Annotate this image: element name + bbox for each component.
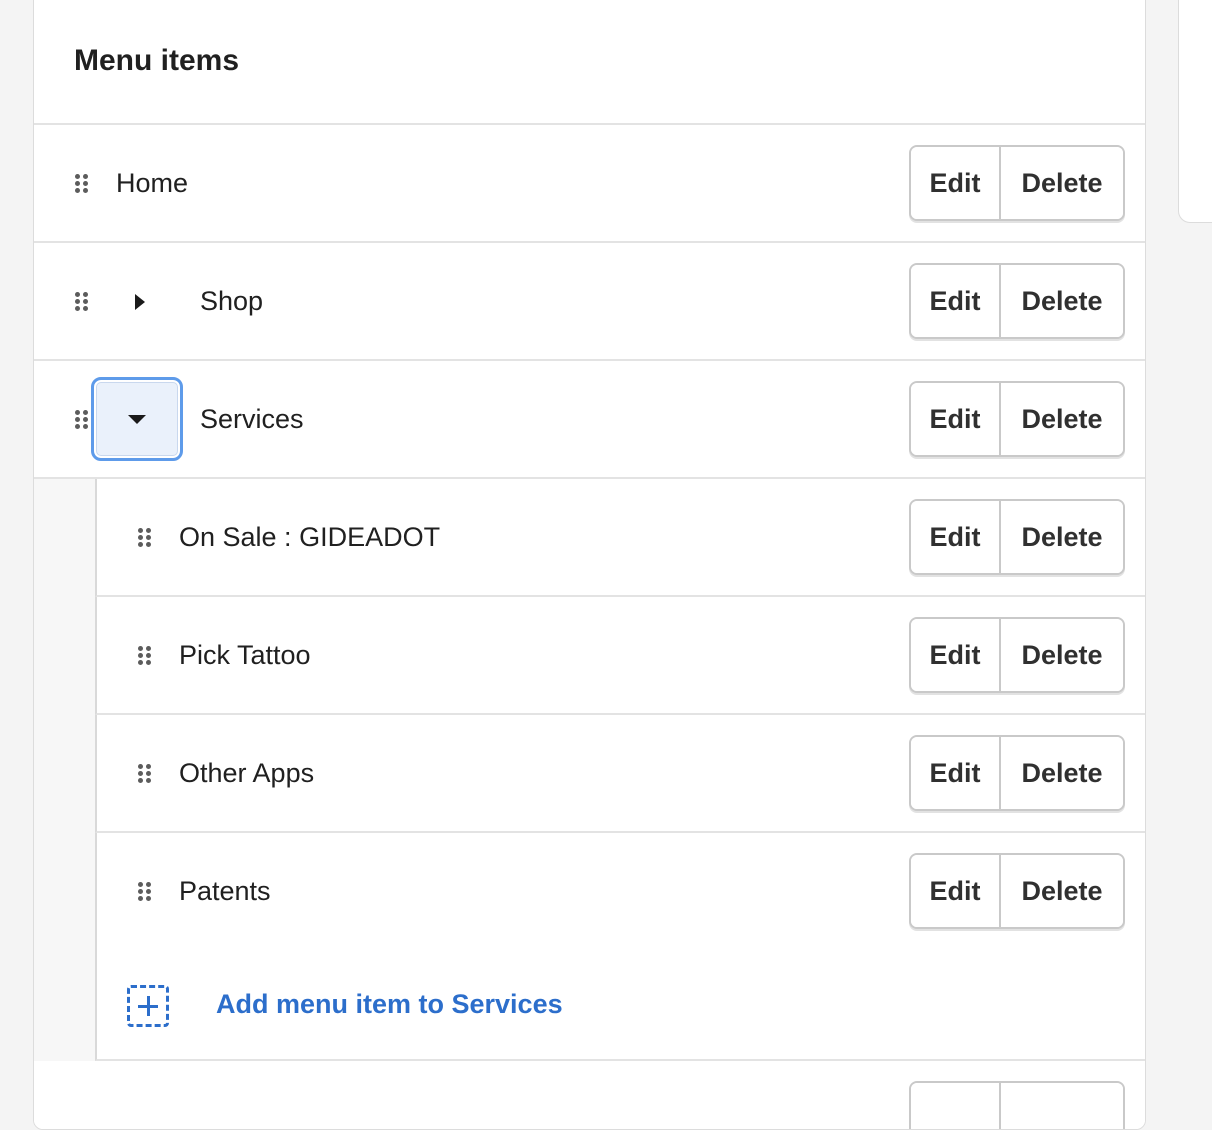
card-header: Menu items bbox=[34, 0, 1145, 125]
submenu-item: Pick Tattoo Edit Delete bbox=[95, 597, 1145, 715]
item-actions: Edit Delete bbox=[909, 735, 1125, 811]
item-actions bbox=[909, 1081, 1125, 1129]
delete-button[interactable]: Delete bbox=[1001, 737, 1123, 809]
submenu-item: On Sale : GIDEADOT Edit Delete bbox=[95, 479, 1145, 597]
menu-item-label: Pick Tattoo bbox=[179, 640, 311, 670]
drag-handle-icon[interactable] bbox=[138, 646, 152, 666]
submenu-item: Patents Edit Delete bbox=[95, 833, 1145, 951]
delete-button[interactable]: Delete bbox=[1001, 147, 1123, 219]
menu-item-label: On Sale : GIDEADOT bbox=[179, 522, 441, 552]
drag-handle-icon[interactable] bbox=[138, 764, 152, 784]
edit-button[interactable]: Edit bbox=[911, 147, 1001, 219]
delete-button[interactable]: Delete bbox=[1001, 383, 1123, 455]
item-actions: Edit Delete bbox=[909, 617, 1125, 693]
delete-button[interactable] bbox=[1001, 1083, 1123, 1129]
drag-handle-icon[interactable] bbox=[75, 292, 89, 312]
item-actions: Edit Delete bbox=[909, 853, 1125, 929]
caret-down-icon bbox=[128, 414, 146, 424]
edit-button[interactable]: Edit bbox=[911, 855, 1001, 927]
add-menu-item-row: Add menu item to Services bbox=[95, 949, 1145, 1061]
delete-button[interactable]: Delete bbox=[1001, 265, 1123, 337]
delete-button[interactable]: Delete bbox=[1001, 855, 1123, 927]
menu-item-home: Home Edit Delete bbox=[34, 125, 1145, 243]
delete-button[interactable]: Delete bbox=[1001, 619, 1123, 691]
menu-item-label: Home bbox=[116, 168, 189, 198]
submenu-item: Other Apps Edit Delete bbox=[95, 715, 1145, 833]
menu-items-card: Menu items Home Edit Delete Shop Edit De… bbox=[33, 0, 1146, 1130]
collapse-toggle-button[interactable] bbox=[91, 377, 183, 461]
edit-button[interactable]: Edit bbox=[911, 265, 1001, 337]
card-title: Menu items bbox=[74, 44, 240, 77]
drag-handle-icon[interactable] bbox=[138, 882, 152, 902]
menu-item-shop: Shop Edit Delete bbox=[34, 243, 1145, 361]
caret-right-icon bbox=[135, 294, 145, 310]
item-actions: Edit Delete bbox=[909, 263, 1125, 339]
add-menu-item-link[interactable]: Add menu item to Services bbox=[216, 987, 563, 1021]
menu-item-label: Shop bbox=[200, 286, 264, 316]
menu-item-services: Services Edit Delete bbox=[34, 361, 1145, 479]
edit-button[interactable]: Edit bbox=[911, 737, 1001, 809]
edit-button[interactable]: Edit bbox=[911, 619, 1001, 691]
add-icon[interactable] bbox=[127, 985, 169, 1027]
item-actions: Edit Delete bbox=[909, 499, 1125, 575]
menu-item-label: Services bbox=[200, 404, 304, 434]
drag-handle-icon[interactable] bbox=[75, 174, 89, 194]
drag-handle-icon[interactable] bbox=[75, 410, 89, 430]
edit-button[interactable] bbox=[911, 1083, 1001, 1129]
menu-item-label: Patents bbox=[179, 876, 271, 906]
expand-toggle-button[interactable] bbox=[120, 282, 160, 322]
side-panel-card bbox=[1178, 0, 1212, 223]
nested-indent-strip bbox=[34, 479, 95, 1061]
edit-button[interactable]: Edit bbox=[911, 383, 1001, 455]
drag-handle-icon[interactable] bbox=[138, 528, 152, 548]
item-actions: Edit Delete bbox=[909, 381, 1125, 457]
delete-button[interactable]: Delete bbox=[1001, 501, 1123, 573]
menu-item-label: Other Apps bbox=[179, 758, 315, 788]
item-actions: Edit Delete bbox=[909, 145, 1125, 221]
edit-button[interactable]: Edit bbox=[911, 501, 1001, 573]
menu-item-partial bbox=[34, 1061, 1145, 1129]
